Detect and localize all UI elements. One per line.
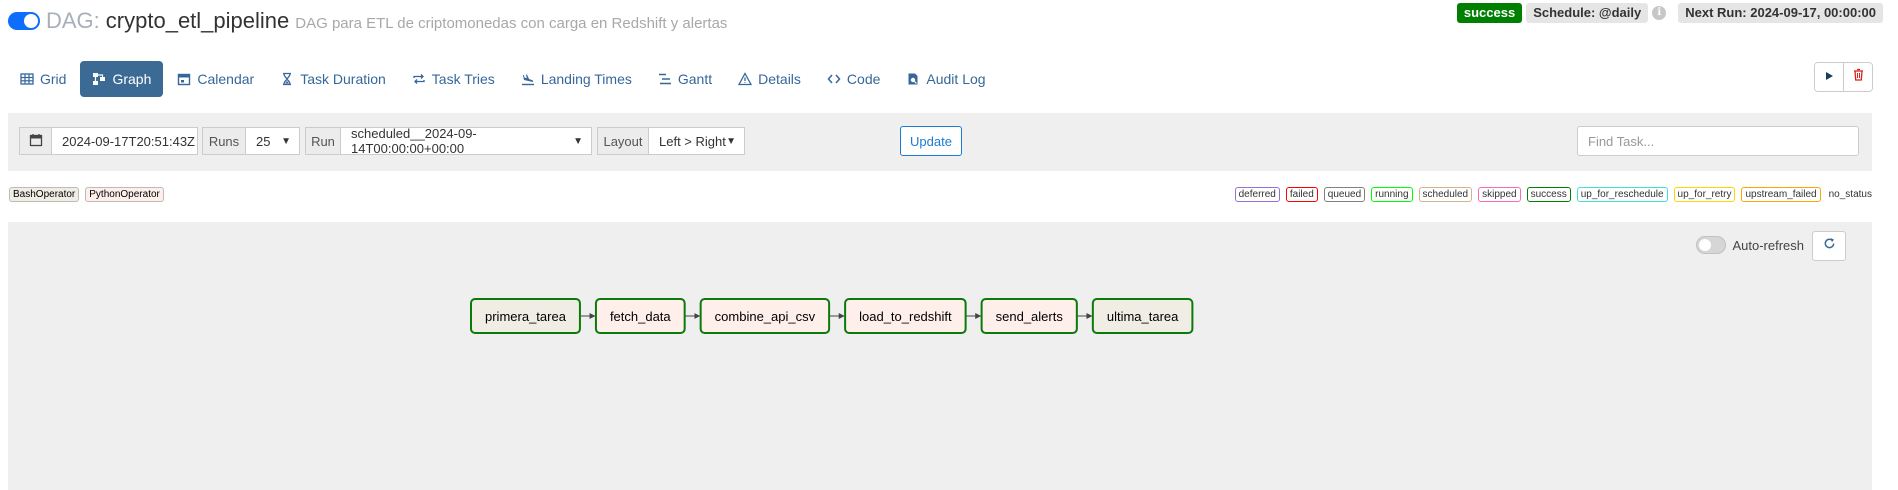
tab-details[interactable]: Details — [726, 61, 813, 97]
task-node-primera-tarea[interactable]: primera_tarea — [470, 298, 581, 334]
calendar-icon — [177, 72, 191, 86]
state-chip-upstream-failed[interactable]: upstream_failed — [1741, 187, 1821, 202]
tab-graph[interactable]: Graph — [80, 61, 164, 97]
calendar-icon — [29, 133, 43, 150]
state-chip-deferred[interactable]: deferred — [1234, 187, 1280, 202]
graph-canvas[interactable]: primera_tarea fetch_data combine_api_csv lo… — [8, 222, 1872, 490]
refresh-button[interactable] — [1812, 231, 1846, 261]
tab-code[interactable]: Code — [815, 61, 892, 97]
base-date-input[interactable]: 2024-09-17T20:51:43Z — [51, 127, 198, 155]
dag-actions — [1814, 62, 1873, 92]
chevron-down-icon: ▼ — [281, 135, 291, 147]
tab-calendar[interactable]: Calendar — [165, 61, 266, 97]
retry-icon — [412, 72, 426, 86]
dag-id[interactable]: crypto_etl_pipeline — [106, 8, 289, 34]
hourglass-icon — [280, 72, 294, 86]
grid-icon — [20, 72, 34, 86]
state-chip-success[interactable]: success — [1526, 187, 1571, 202]
auto-refresh-control[interactable]: Auto-refresh — [1696, 236, 1804, 254]
operator-chip: PythonOperator — [85, 187, 164, 202]
task-node-load-to-redshift[interactable]: load_to_redshift — [844, 298, 967, 334]
operator-chip: BashOperator — [9, 187, 80, 202]
gantt-icon — [658, 72, 672, 86]
state-legend: deferred failed queued running scheduled… — [1229, 187, 1872, 202]
task-node-label: fetch_data — [610, 309, 671, 324]
tab-task-duration[interactable]: Task Duration — [268, 61, 398, 97]
graph-filter-bar: 2024-09-17T20:51:43Z Runs 25 ▼ Run sched… — [8, 113, 1872, 171]
runs-select-value: 25 — [256, 133, 271, 149]
graph-icon — [92, 72, 106, 86]
tab-task-tries[interactable]: Task Tries — [400, 61, 507, 97]
operator-legend: BashOperator PythonOperator — [9, 187, 170, 202]
task-node-label: combine_api_csv — [715, 309, 816, 324]
tab-grid[interactable]: Grid — [8, 61, 78, 97]
state-no-status: no_status — [1828, 189, 1872, 200]
status-badge: success — [1456, 3, 1523, 23]
state-chip-skipped[interactable]: skipped — [1478, 187, 1521, 202]
state-chip-running[interactable]: running — [1371, 187, 1413, 202]
task-node-label: primera_tarea — [485, 309, 567, 324]
tab-gantt[interactable]: Gantt — [646, 61, 724, 97]
state-chip-failed[interactable]: failed — [1285, 187, 1318, 202]
dag-header: DAG: crypto_etl_pipeline DAG para ETL de… — [8, 8, 727, 34]
task-node-label: ultima_tarea — [1107, 309, 1179, 324]
auto-refresh-label: Auto-refresh — [1732, 237, 1804, 253]
refresh-icon — [1823, 237, 1836, 255]
next-run-badge: Next Run: 2024-09-17, 00:00:00 — [1678, 3, 1883, 23]
state-chip-queued[interactable]: queued — [1323, 187, 1366, 202]
trash-icon — [1853, 68, 1864, 86]
layout-label: Layout — [597, 127, 649, 155]
layout-select-value: Left > Right — [659, 133, 726, 149]
layout-select[interactable]: Left > Right ▼ — [648, 127, 745, 155]
dag-description: DAG para ETL de criptomonedas con carga … — [295, 14, 728, 32]
tab-grid-label: Grid — [40, 71, 67, 87]
dag-pause-toggle[interactable] — [8, 12, 40, 30]
base-date-calendar-button[interactable] — [19, 127, 52, 155]
task-node-ultima-tarea[interactable]: ultima_tarea — [1091, 298, 1194, 334]
run-label: Run — [305, 127, 341, 155]
task-node-label: load_to_redshift — [859, 309, 952, 324]
find-task-input[interactable] — [1577, 126, 1859, 156]
auto-refresh-toggle[interactable] — [1696, 236, 1727, 254]
tab-landing-times[interactable]: Landing Times — [509, 61, 644, 97]
audit-log-icon — [906, 72, 920, 86]
tab-audit-log[interactable]: Audit Log — [894, 61, 997, 97]
tab-task-tries-label: Task Tries — [431, 71, 495, 87]
tab-code-label: Code — [846, 71, 881, 87]
schedule-badge: Schedule: @daily — [1526, 3, 1649, 23]
task-node-send-alerts[interactable]: send_alerts — [980, 298, 1078, 334]
tab-calendar-label: Calendar — [197, 71, 255, 87]
tab-details-label: Details — [758, 71, 801, 87]
tab-gantt-label: Gantt — [677, 71, 713, 87]
state-chip-scheduled[interactable]: scheduled — [1418, 187, 1473, 202]
chevron-down-icon: ▼ — [573, 135, 583, 147]
view-tabs: Grid Graph Calendar Task Duration Task T… — [8, 61, 1000, 97]
tab-landing-times-label: Landing Times — [540, 71, 632, 87]
state-chip-up-for-retry[interactable]: up_for_retry — [1673, 187, 1736, 202]
dag-prefix: DAG: — [46, 8, 100, 33]
runs-label: Runs — [202, 127, 246, 155]
warning-triangle-icon — [738, 72, 753, 86]
update-button[interactable]: Update — [900, 126, 962, 156]
trigger-dag-button[interactable] — [1815, 63, 1843, 91]
runs-select[interactable]: 25 ▼ — [245, 127, 300, 155]
dag-badges: success Schedule: @daily i Next Run: 202… — [1453, 3, 1883, 23]
delete-dag-button[interactable] — [1843, 63, 1872, 91]
task-node-fetch-data[interactable]: fetch_data — [594, 298, 686, 334]
tab-audit-log-label: Audit Log — [926, 71, 986, 87]
code-icon — [827, 72, 841, 86]
task-node-combine-api-csv[interactable]: combine_api_csv — [699, 298, 831, 334]
tab-graph-label: Graph — [112, 71, 152, 87]
chevron-down-icon: ▼ — [726, 135, 736, 147]
run-select[interactable]: scheduled__2024-09-14T00:00:00+00:00 ▼ — [340, 126, 592, 156]
dag-graph: primera_tarea fetch_data combine_api_csv lo… — [470, 298, 1194, 334]
play-icon — [1824, 68, 1834, 86]
landing-icon — [521, 72, 535, 86]
tab-task-duration-label: Task Duration — [300, 71, 386, 87]
state-chip-up-for-reschedule[interactable]: up_for_reschedule — [1576, 187, 1668, 202]
run-select-value: scheduled__2024-09-14T00:00:00+00:00 — [351, 126, 477, 156]
info-icon[interactable]: i — [1652, 6, 1667, 20]
task-node-label: send_alerts — [996, 309, 1064, 324]
